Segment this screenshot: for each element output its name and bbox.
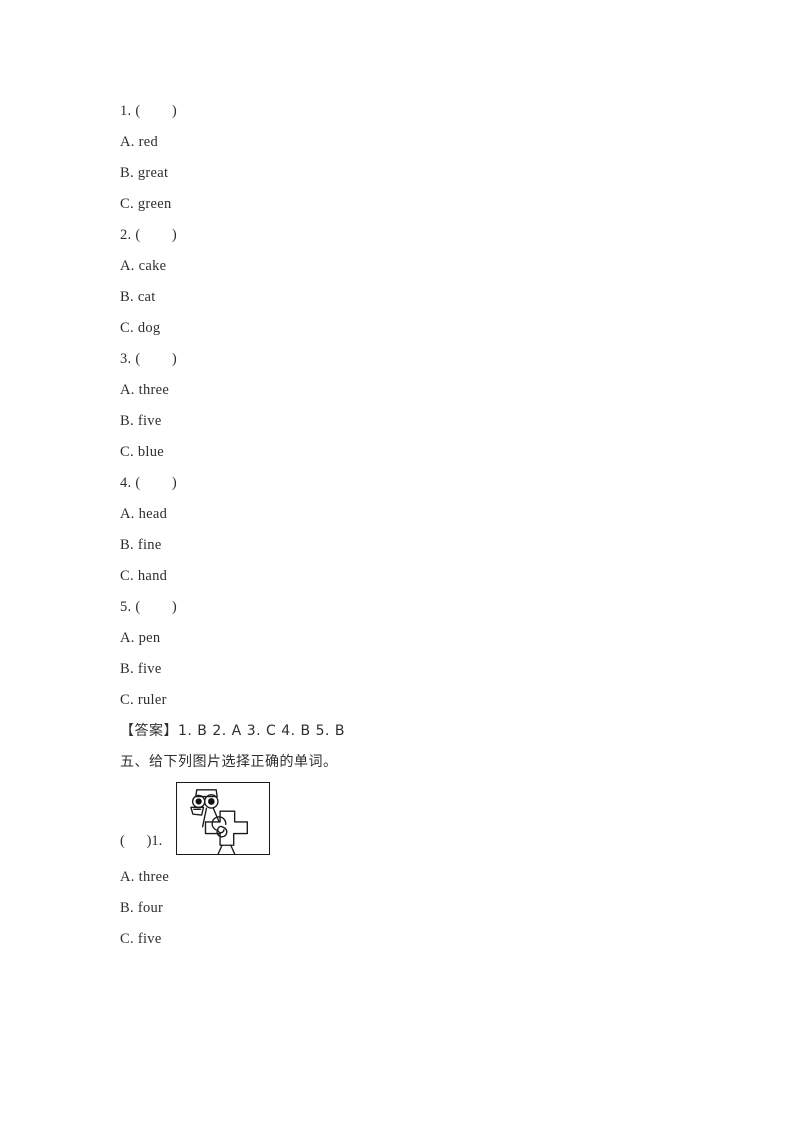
question-3-option-a[interactable]: A. three [120, 375, 740, 406]
picture-item-option-c[interactable]: C. five [120, 924, 740, 955]
picture-question-block: ( )1. [120, 778, 740, 862]
question-number-5: 5. ( ) [120, 599, 178, 615]
picture-item-option-a[interactable]: A. three [120, 862, 740, 893]
question-1-option-a[interactable]: A. red [120, 127, 740, 158]
question-2-option-b[interactable]: B. cat [120, 282, 740, 313]
question-4-option-a[interactable]: A. head [120, 499, 740, 530]
question-5-option-c[interactable]: C. ruler [120, 685, 740, 716]
question-1-option-c[interactable]: C. green [120, 189, 740, 220]
picture-section-heading: 五、给下列图片选择正确的单词。 [120, 754, 338, 770]
answer-key-line: 【答案】1. B 2. A 3. C 4. B 5. B [120, 723, 346, 739]
question-4-option-b[interactable]: B. fine [120, 530, 740, 561]
question-number-1: 1. ( ) [120, 103, 178, 119]
question-4-option-c[interactable]: C. hand [120, 561, 740, 592]
question-5-option-a[interactable]: A. pen [120, 623, 740, 654]
question-number-3: 3. ( ) [120, 351, 178, 367]
question-1-option-b[interactable]: B. great [120, 158, 740, 189]
picture-item-bracket-label[interactable]: ( )1. [120, 826, 162, 857]
picture-item-option-b[interactable]: B. four [120, 893, 740, 924]
question-3-option-b[interactable]: B. five [120, 406, 740, 437]
question-3-option-c[interactable]: C. blue [120, 437, 740, 468]
cartoon-figure-image [176, 782, 270, 855]
question-2-option-c[interactable]: C. dog [120, 313, 740, 344]
question-5-option-b[interactable]: B. five [120, 654, 740, 685]
question-2-option-a[interactable]: A. cake [120, 251, 740, 282]
worksheet-page: 1. ( ) A. red B. great C. green 2. ( ) A… [0, 0, 793, 1122]
content-column: 1. ( ) A. red B. great C. green 2. ( ) A… [120, 96, 740, 955]
question-number-2: 2. ( ) [120, 227, 178, 243]
question-number-4: 4. ( ) [120, 475, 178, 491]
